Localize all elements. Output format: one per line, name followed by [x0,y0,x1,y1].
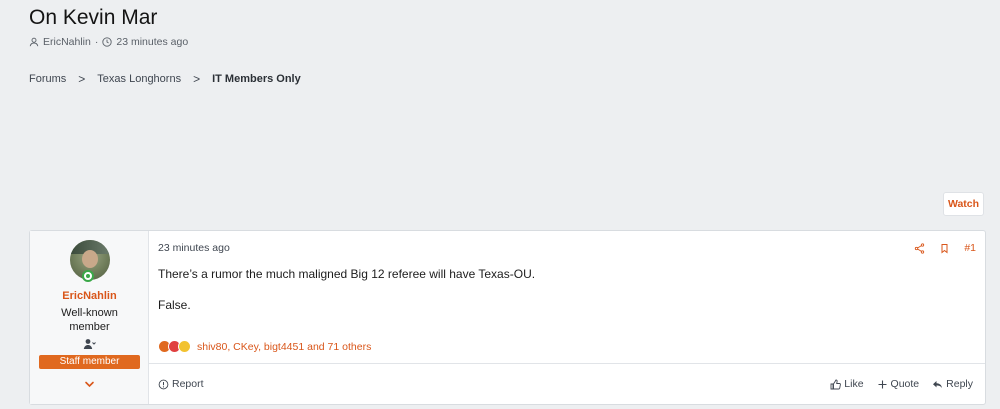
meta-separator: · [94,36,99,48]
like-button[interactable]: Like [830,378,864,390]
thumbs-up-icon [830,379,842,389]
report-icon [158,379,169,389]
breadcrumb: Forums > Texas Longhorns > IT Members On… [29,72,301,86]
breadcrumb-separator: > [193,72,201,86]
reply-icon [933,380,943,388]
thread-meta: EricNahlin · 23 minutes ago [29,36,188,48]
post-user-cell: EricNahlin Well-known member Staff membe… [30,231,149,404]
chevron-down-icon[interactable] [84,379,95,390]
reactions-bar[interactable]: shiv80, CKey, bigt4451 and 71 others [158,340,371,353]
staff-badge: Staff member [39,355,140,369]
post-footer: Report Like Quote Reply [149,363,985,404]
reactions-text[interactable]: shiv80, CKey, bigt4451 and 71 others [197,341,371,353]
user-icon [29,37,39,47]
share-icon[interactable] [914,242,925,254]
reply-button[interactable]: Reply [932,378,973,390]
online-status-icon [82,270,94,282]
post-tools: #1 [914,242,976,254]
haha-reaction-icon [178,340,191,353]
report-link[interactable]: Report [158,378,204,390]
breadcrumb-forums[interactable]: Forums [29,73,66,85]
like-label: Like [844,378,864,390]
quote-button[interactable]: Quote [877,378,920,390]
thread-time[interactable]: 23 minutes ago [116,36,188,48]
post-body-line: There’s a rumor the much maligned Big 12… [158,267,536,281]
post-number[interactable]: #1 [964,242,976,254]
thread-author-link[interactable]: EricNahlin [43,36,91,48]
post: EricNahlin Well-known member Staff membe… [29,230,986,405]
plus-icon [878,380,887,388]
breadcrumb-it-members-only[interactable]: IT Members Only [212,73,301,85]
thread-title: On Kevin Mar [29,6,158,29]
breadcrumb-separator: > [78,72,86,86]
quote-label: Quote [890,378,920,390]
post-actions: Like Quote Reply [830,378,973,390]
clock-icon [102,37,113,47]
user-title: Well-known member [61,307,118,333]
watch-button[interactable]: Watch [943,192,984,216]
bookmark-icon[interactable] [939,243,950,254]
report-label: Report [172,378,204,390]
avatar-face [82,250,98,268]
user-banner-icon [83,339,96,349]
post-body-line: False. [158,298,191,312]
reaction-icons [158,340,191,353]
post-username[interactable]: EricNahlin [30,290,149,302]
post-main: 23 minutes ago #1 There’s a rumor the mu… [149,231,985,404]
post-body: There’s a rumor the much maligned Big 12… [158,266,535,328]
post-date[interactable]: 23 minutes ago [158,242,230,254]
breadcrumb-texas-longhorns[interactable]: Texas Longhorns [97,73,181,85]
reply-label: Reply [946,378,973,390]
